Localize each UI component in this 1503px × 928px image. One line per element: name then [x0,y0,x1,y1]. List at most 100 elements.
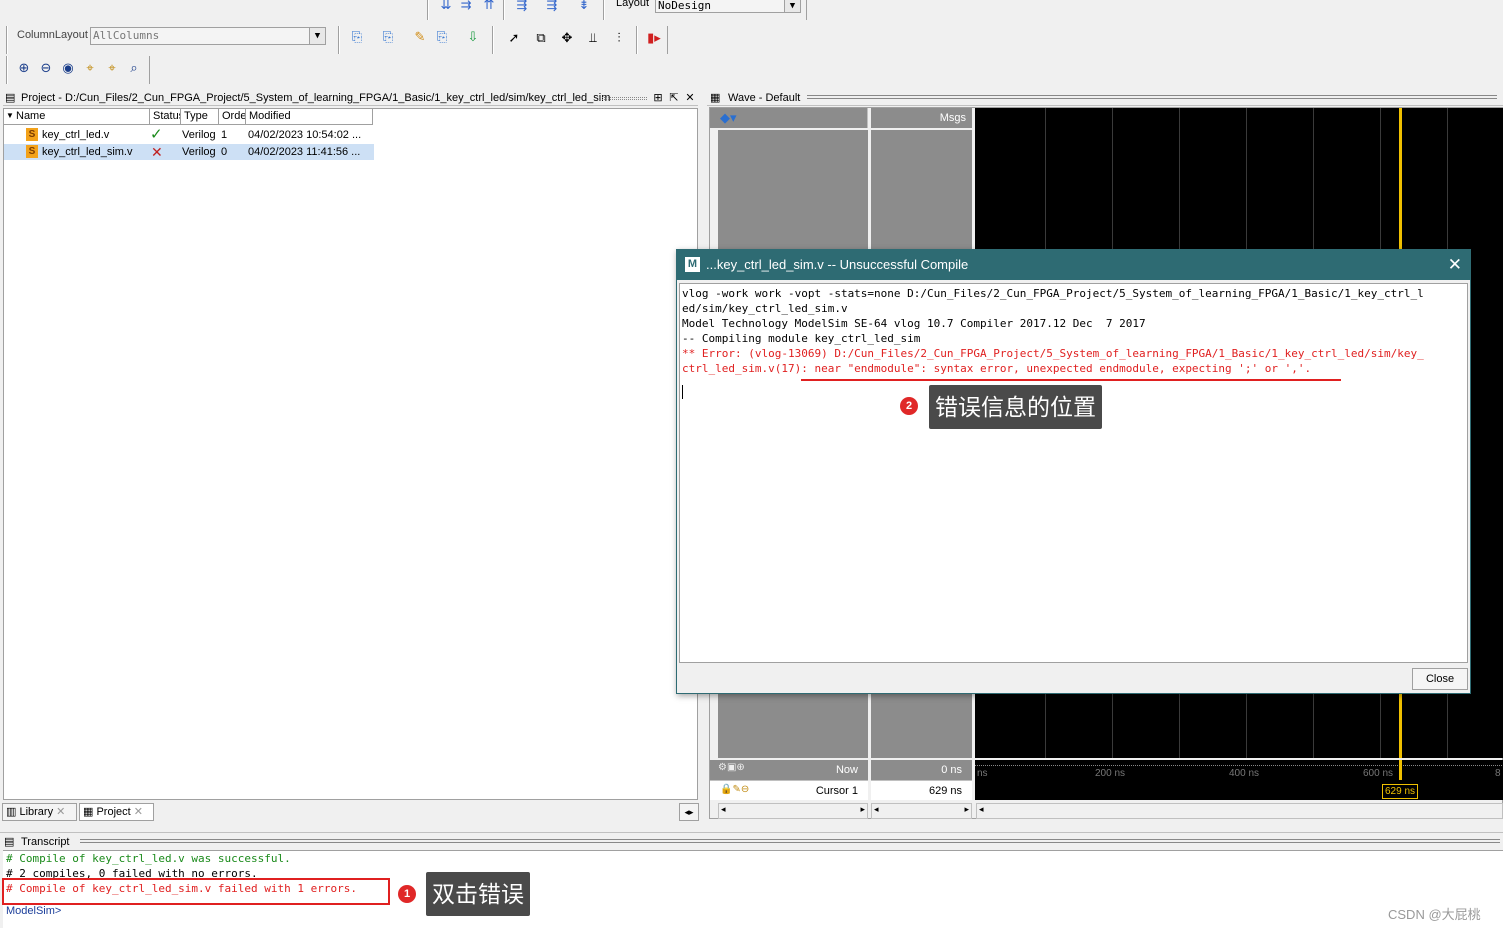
transcript-line[interactable]: # Compile of key_ctrl_led.v was successf… [3,851,1503,866]
wave-zoom-in-icon[interactable]: ⇊ [437,0,455,14]
column-header-modified[interactable]: Modified [246,109,373,125]
close-panel-icon[interactable]: ✕ [683,90,697,105]
close-button[interactable]: Close [1412,668,1468,690]
error-line: ctrl_led_sim.v(17): near "endmodule": sy… [682,362,1312,375]
project-panel-icon: ▤ [5,92,16,104]
layout-select[interactable]: NoDesign ▼ [655,0,801,13]
edge-find-icon[interactable]: ⇶ [513,0,531,14]
timeline-tick-label: 600 ns [1363,768,1394,779]
annotation-1-badge: 1 [398,885,416,903]
file-modified: 04/02/2023 10:54:02 ... [248,129,362,141]
verilog-file-icon: S [26,128,38,141]
error-highlight-box [2,878,390,905]
wave-export-icon[interactable]: ⇩ [464,28,482,46]
wave-nav2-icon[interactable]: ⇈ [480,0,498,14]
edge-find3-icon[interactable]: ⇟ [575,0,593,14]
cursor-value: 629 ns [871,780,972,800]
select-pointer-icon[interactable]: ➚ [505,29,523,47]
horizontal-scrollbar[interactable]: ◂ ▸ [871,803,972,819]
output-line: Model Technology ModelSim SE-64 vlog 10.… [682,317,1146,330]
close-tab-icon[interactable]: ✕ [134,806,143,818]
compile-output[interactable]: vlog -work work -vopt -stats=none D:/Cun… [679,283,1468,663]
cursor-row-label-cell: 🔒✎⊖ Cursor 1 [710,780,868,800]
annotation-2-badge: 2 [900,397,918,415]
file-order: 0 [221,146,228,158]
cursor-track: 629 ns [975,780,1503,800]
add-wave2-icon[interactable]: ⎘ [379,28,397,46]
layout-label: Layout [616,0,650,9]
cursor-marker[interactable]: 629 ns [1382,784,1419,799]
edge-find2-icon[interactable]: ⇶ [543,0,561,14]
tab-scroll-arrows[interactable]: ◂▸ [679,803,699,821]
drag-handle[interactable] [599,97,647,100]
tab-project[interactable]: ▦ Project ✕ [79,803,154,821]
project-panel-title: Project - D:/Cun_Files/2_Cun_FPGA_Projec… [21,92,611,104]
compile-error-dialog: M ...key_ctrl_led_sim.v -- Unsuccessful … [676,249,1471,694]
scroll-right-icon[interactable]: ▸ [860,804,865,815]
zoom-full-icon[interactable]: ◉ [59,59,77,77]
project-panel-title-bar: ▤ Project - D:/Cun_Files/2_Cun_FPGA_Proj… [3,90,698,106]
column-header-type[interactable]: Type [181,109,219,125]
chevron-down-icon[interactable]: ▼ [784,0,800,12]
run-sim-icon[interactable]: ▮▸ [645,29,663,47]
dialog-title-bar[interactable]: M ...key_ctrl_led_sim.v -- Unsuccessful … [677,250,1470,280]
column-header-status[interactable]: Status [150,109,181,125]
file-modified: 04/02/2023 11:41:56 ... [248,146,361,158]
modelsim-logo-icon: M [685,257,700,272]
scroll-left-icon[interactable]: ◂ [874,804,879,815]
column-header-order[interactable]: Order [219,109,246,125]
scroll-left-icon[interactable]: ◂ [979,804,984,815]
drag-handle[interactable] [80,839,1500,843]
wave-horizontal-scrollbar[interactable]: ◂ [976,803,1503,819]
scroll-right-icon[interactable]: ▸ [964,804,969,815]
cursor-icons[interactable]: 🔒✎⊖ [720,784,749,795]
pan-icon[interactable]: ✥ [558,29,576,47]
timeline-tick-label: 200 ns [1095,768,1126,779]
annotation-1-label: 双击错误 [426,872,530,916]
now-row-label-cell: ⚙▣⊕ Now [710,760,868,780]
tab-project-label: Project [96,806,131,818]
zoom-out-icon[interactable]: ⊖ [37,59,55,77]
transcript-title-bar: ▤ Transcript [0,832,1503,850]
cursor-label: Cursor 1 [815,785,858,797]
horizontal-scrollbar[interactable]: ◂ ▸ [718,803,868,819]
chevron-down-icon[interactable]: ▼ [309,28,325,44]
add-wave-icon[interactable]: ⎘ [348,28,366,46]
transcript-icon: ▤ [4,836,15,848]
wave-group-icon[interactable]: ⎘ [433,28,451,46]
tab-library[interactable]: ▥ Library ✕ [2,803,77,821]
file-row[interactable]: S key_ctrl_led.v ✓ Verilog 1 04/02/2023 … [4,127,374,143]
file-row-selected[interactable]: S key_ctrl_led_sim.v ✕ Verilog 0 04/02/2… [4,144,374,160]
close-tab-icon[interactable]: ✕ [56,806,65,818]
zoom-box-icon[interactable]: ⧉ [532,29,550,47]
scroll-left-icon[interactable]: ◂ [721,804,726,815]
file-name: key_ctrl_led.v [42,129,110,141]
zoom-cursor-icon[interactable]: ⌖ [81,59,99,77]
error-x-icon: ✕ [151,144,163,160]
close-icon[interactable]: ✕ [1448,250,1462,280]
annotation-2-label: 错误信息的位置 [929,385,1102,429]
drag-handle[interactable] [807,95,1497,99]
now-icons[interactable]: ⚙▣⊕ [718,762,745,773]
toolbar-separator [338,26,340,54]
wave-nav-icon[interactable]: ⇉ [457,0,475,14]
timeline: ns 200 ns 400 ns 600 ns 8 [975,760,1503,780]
edit-wave-icon[interactable]: ✎ [411,28,429,46]
wave-options-icon[interactable]: ◆▾ [720,110,737,126]
maximize-icon[interactable]: ⊞ [651,90,665,105]
zoom-last-icon[interactable]: ⌕ [125,59,143,77]
zoom-range-icon[interactable]: ⌖ [103,59,121,77]
toolbar-separator [492,26,494,54]
cursor-add-icon[interactable]: ⫫ [584,29,602,47]
sort-arrow-icon: ▼ [6,111,14,120]
file-type: Verilog [182,129,216,141]
column-header-name[interactable]: Name [4,109,150,125]
wave-panel-icon: ▦ [710,92,721,104]
watermark: CSDN @大屁桃 [1388,907,1481,922]
zoom-in-icon[interactable]: ⊕ [15,59,33,77]
column-layout-select[interactable]: AllColumns ▼ [90,27,326,45]
cursor-line[interactable] [1399,760,1402,780]
timeline-tick-label: 8 [1495,768,1501,779]
undock-icon[interactable]: ⇱ [667,90,681,105]
cursor-lock-icon[interactable]: ⫶ [610,29,628,47]
